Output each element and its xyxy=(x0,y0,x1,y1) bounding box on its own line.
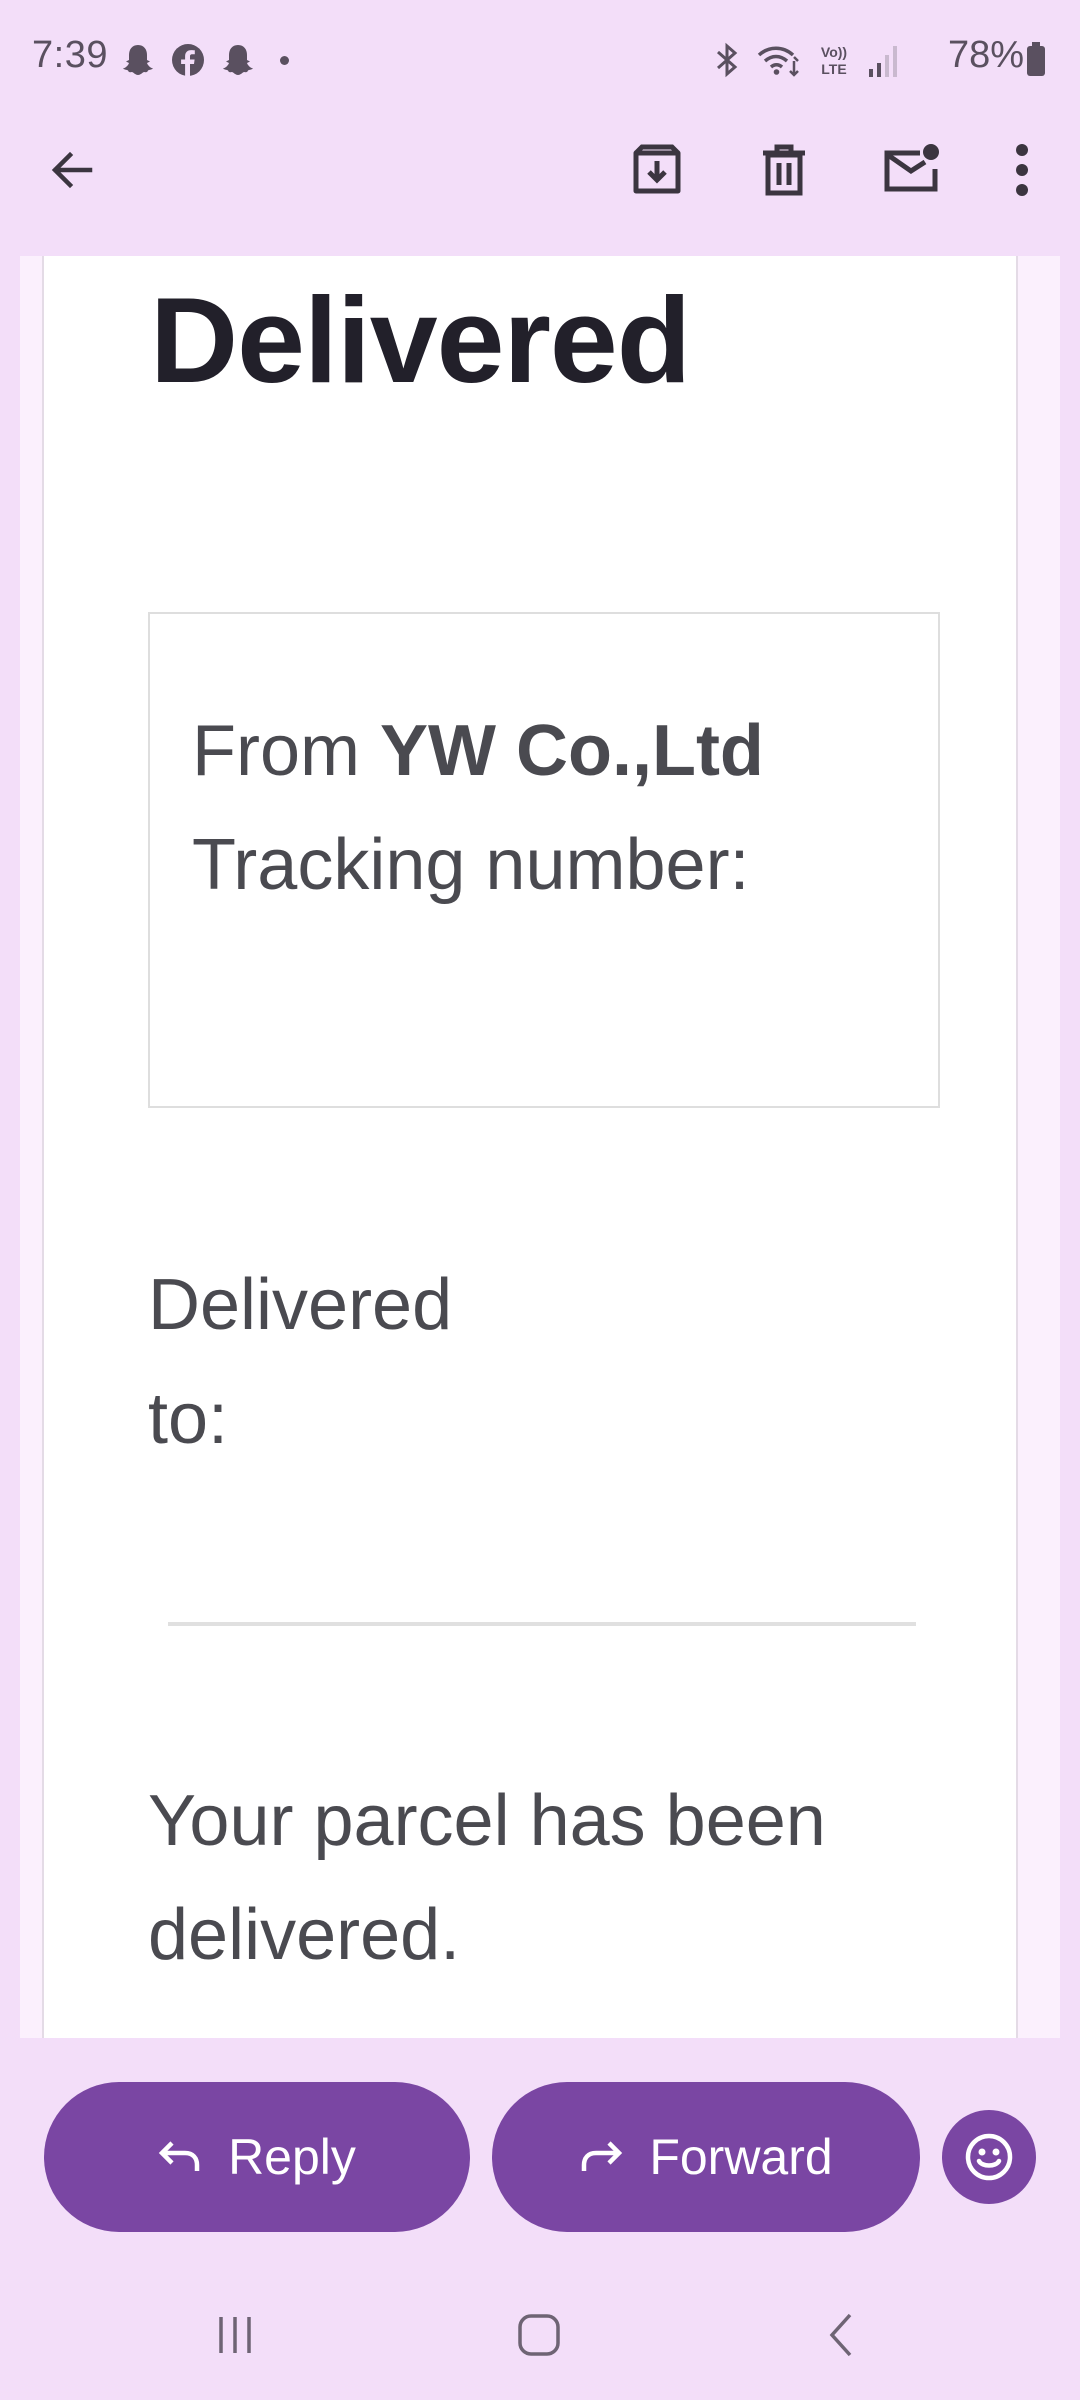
snapchat-icon xyxy=(223,45,253,75)
divider xyxy=(168,1622,916,1626)
notification-icons xyxy=(118,40,289,80)
recent-apps-button[interactable] xyxy=(190,2300,280,2370)
more-options-button[interactable] xyxy=(982,130,1062,210)
archive-button[interactable] xyxy=(617,130,697,210)
reply-button[interactable]: Reply xyxy=(44,2082,470,2232)
add-reaction-button[interactable] xyxy=(942,2110,1036,2204)
svg-text:LTE: LTE xyxy=(821,61,846,77)
bluetooth-icon xyxy=(717,42,738,78)
system-icons: Vo)) LTE xyxy=(712,40,900,80)
app-bar xyxy=(0,118,1080,256)
volte-icon: Vo)) LTE xyxy=(821,44,847,77)
snapchat-icon xyxy=(123,45,153,75)
email-heading: Delivered xyxy=(150,272,691,408)
more-vert-icon xyxy=(1016,144,1028,196)
email-body xyxy=(42,256,1018,2038)
battery-percent: 78% xyxy=(948,34,1025,76)
shipment-info-box: From YW Co.,Ltd Tracking number: xyxy=(148,612,940,1108)
emoji-icon xyxy=(965,2133,1013,2181)
forward-icon xyxy=(582,2141,623,2171)
recent-apps-icon xyxy=(219,2317,251,2353)
status-bar: 7:39 Vo)) LTE 78% xyxy=(0,0,1080,118)
message-line-2: delivered. xyxy=(148,1895,461,1975)
battery-icon xyxy=(1027,42,1045,76)
sender-line: From YW Co.,Ltd xyxy=(192,710,764,792)
delete-icon xyxy=(763,144,805,196)
home-button[interactable] xyxy=(494,2300,584,2370)
mark-unread-button[interactable] xyxy=(871,130,951,210)
reply-icon xyxy=(158,2141,200,2171)
delete-button[interactable] xyxy=(744,130,824,210)
forward-label: Forward xyxy=(649,2129,833,2185)
sender-name: YW Co.,Ltd xyxy=(380,711,764,791)
facebook-icon xyxy=(172,44,204,76)
svg-text:Vo)): Vo)) xyxy=(821,44,847,60)
tracking-label: Tracking number: xyxy=(192,825,750,905)
delivered-to-label-cont: to: xyxy=(148,1379,229,1459)
wifi-icon xyxy=(757,46,799,77)
nav-back-icon xyxy=(829,2313,852,2357)
from-prefix: From xyxy=(192,711,360,791)
reply-label: Reply xyxy=(228,2129,356,2185)
more-notifications-dot xyxy=(280,55,289,65)
mark-unread-icon xyxy=(884,144,939,192)
home-icon xyxy=(518,2314,560,2356)
forward-button[interactable]: Forward xyxy=(492,2082,920,2232)
status-time: 7:39 xyxy=(32,34,108,76)
nav-back-button[interactable] xyxy=(796,2300,886,2370)
back-button[interactable] xyxy=(32,130,112,210)
message-line-1: Your parcel has been xyxy=(148,1781,826,1861)
back-arrow-icon xyxy=(51,151,93,189)
archive-icon xyxy=(633,144,681,194)
delivered-to-label: Delivered xyxy=(148,1265,453,1345)
signal-icon xyxy=(869,46,897,77)
